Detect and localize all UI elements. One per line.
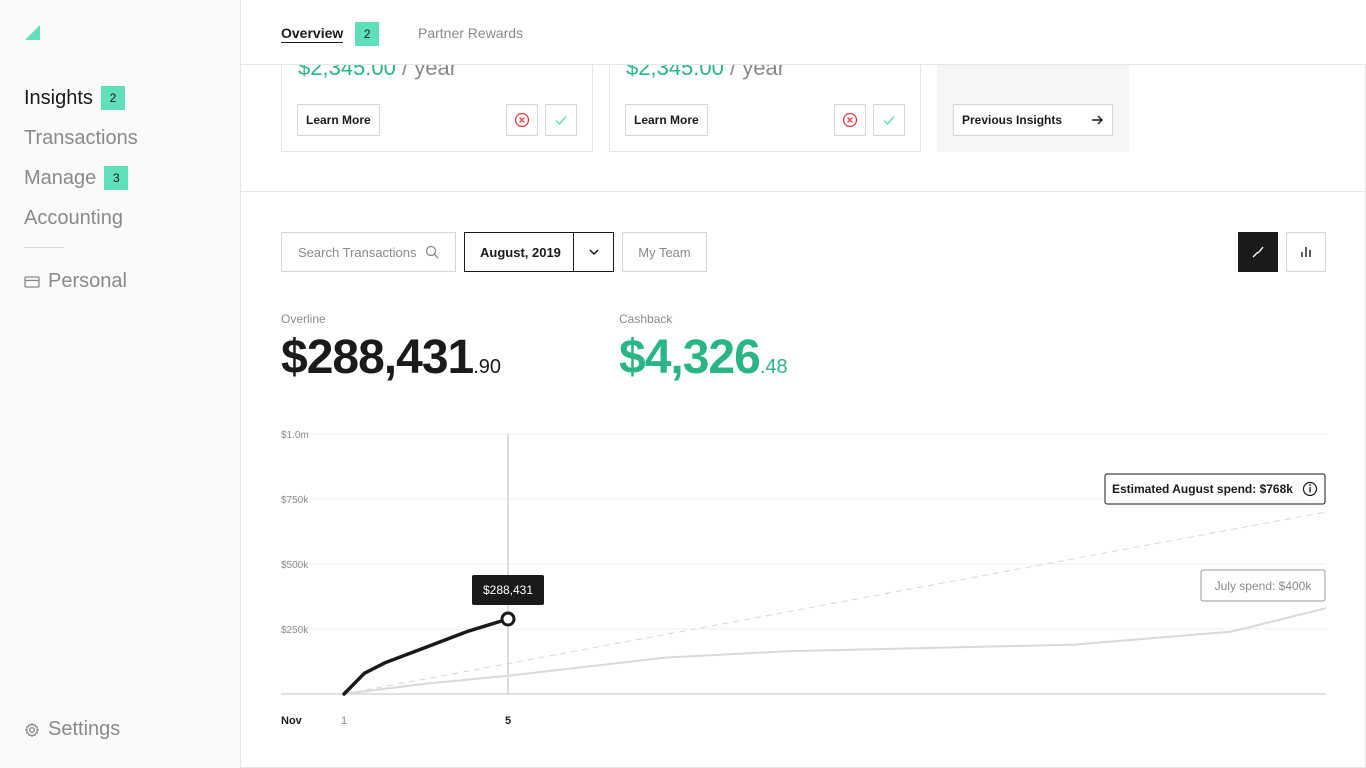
cashback-cents: .48 — [759, 356, 788, 378]
info-icon-dot — [1309, 484, 1311, 486]
section-divider — [241, 191, 1366, 192]
learn-more-button[interactable]: Learn More — [625, 104, 708, 136]
overline-cents: .90 — [473, 356, 502, 378]
logo-icon — [25, 25, 40, 40]
search-input[interactable]: Search Transactions — [281, 232, 456, 272]
bar-chart-icon — [1301, 247, 1311, 257]
manage-count-badge: 3 — [104, 166, 129, 190]
line-chart-icon — [1252, 246, 1264, 258]
estimate-annotation-label: Estimated August spend: $768k — [1112, 482, 1293, 496]
sidebar-item-insights[interactable]: Insights 2 — [24, 78, 138, 118]
sidebar-divider — [24, 247, 64, 248]
tab-label: Overview — [281, 24, 344, 43]
sidebar-item-manage[interactable]: Manage 3 — [24, 158, 138, 198]
top-nav: Overview 2 Partner Rewards — [241, 0, 1366, 65]
y-tick-label: $750k — [281, 495, 309, 506]
date-select[interactable]: August, 2019 — [464, 232, 614, 272]
check-icon — [883, 116, 895, 126]
line-view-toggle[interactable] — [1238, 232, 1278, 272]
sidebar-item-label: Settings — [48, 718, 121, 740]
x-tick-label: 1 — [341, 715, 347, 727]
check-icon — [555, 116, 567, 126]
previous-insights-button[interactable]: Previous Insights — [953, 104, 1113, 136]
july-annotation-label: July spend: $400k — [1215, 579, 1313, 593]
sidebar-item-label: Personal — [48, 270, 127, 292]
previous-month-line — [343, 607, 1327, 695]
spend-chart: $1.0m $750k $500k $250k Nov 1 5 $288,431 Estimat… — [281, 430, 1327, 727]
close-circle-icon — [842, 112, 858, 128]
cashback-label: Cashback — [619, 312, 673, 326]
chevron-down-icon — [588, 249, 599, 256]
sidebar-nav: Insights 2 Transactions Manage 3 Account… — [24, 78, 138, 238]
accept-button[interactable] — [873, 104, 905, 136]
reject-button[interactable] — [506, 104, 538, 136]
cashback-dollars: $4,326 — [619, 331, 761, 384]
sidebar: Insights 2 Transactions Manage 3 Account… — [0, 0, 241, 768]
tab-label: Partner Rewards — [418, 25, 524, 41]
x-month-label: Nov — [281, 715, 303, 727]
card-icon — [24, 275, 40, 288]
cashback-value: $4,326.48 — [619, 330, 788, 385]
overline-dollars: $288,431 — [281, 331, 474, 384]
search-icon — [425, 245, 439, 259]
tab-partner-rewards[interactable]: Partner Rewards — [418, 25, 523, 41]
date-select-value: August, 2019 — [480, 244, 561, 260]
overline-label: Overline — [281, 312, 326, 326]
y-tick-label: $1.0m — [281, 430, 309, 441]
team-filter-button[interactable]: My Team — [622, 232, 707, 272]
reject-button[interactable] — [834, 104, 866, 136]
value-tooltip-label: $288,431 — [483, 583, 533, 597]
arrow-right-icon — [1092, 115, 1103, 125]
gear-icon — [24, 722, 40, 737]
y-tick-label: $250k — [281, 625, 309, 636]
sidebar-item-personal[interactable]: Personal — [24, 270, 127, 293]
sidebar-item-transactions[interactable]: Transactions — [24, 118, 138, 158]
date-select-toggle[interactable] — [573, 233, 613, 271]
tab-overview[interactable]: Overview 2 — [281, 22, 380, 46]
y-tick-label: $500k — [281, 560, 309, 571]
search-placeholder: Search Transactions — [298, 244, 417, 260]
insights-count-badge: 2 — [100, 86, 125, 110]
x-tick-label: 5 — [505, 715, 511, 727]
close-circle-icon — [514, 112, 530, 128]
sidebar-item-label: Insights — [24, 86, 93, 109]
learn-more-button[interactable]: Learn More — [297, 104, 380, 136]
sidebar-item-settings[interactable]: Settings — [24, 718, 120, 741]
bar-view-toggle[interactable] — [1286, 232, 1326, 272]
overline-value: $288,431.90 — [281, 330, 501, 385]
sidebar-item-label: Accounting — [24, 206, 123, 229]
current-point — [500, 611, 516, 627]
accept-button[interactable] — [545, 104, 577, 136]
sidebar-item-accounting[interactable]: Accounting — [24, 198, 138, 238]
sidebar-item-label: Transactions — [24, 126, 138, 149]
button-label: Previous Insights — [962, 113, 1063, 127]
sidebar-item-label: Manage — [24, 166, 97, 189]
overview-count-badge: 2 — [355, 22, 380, 46]
